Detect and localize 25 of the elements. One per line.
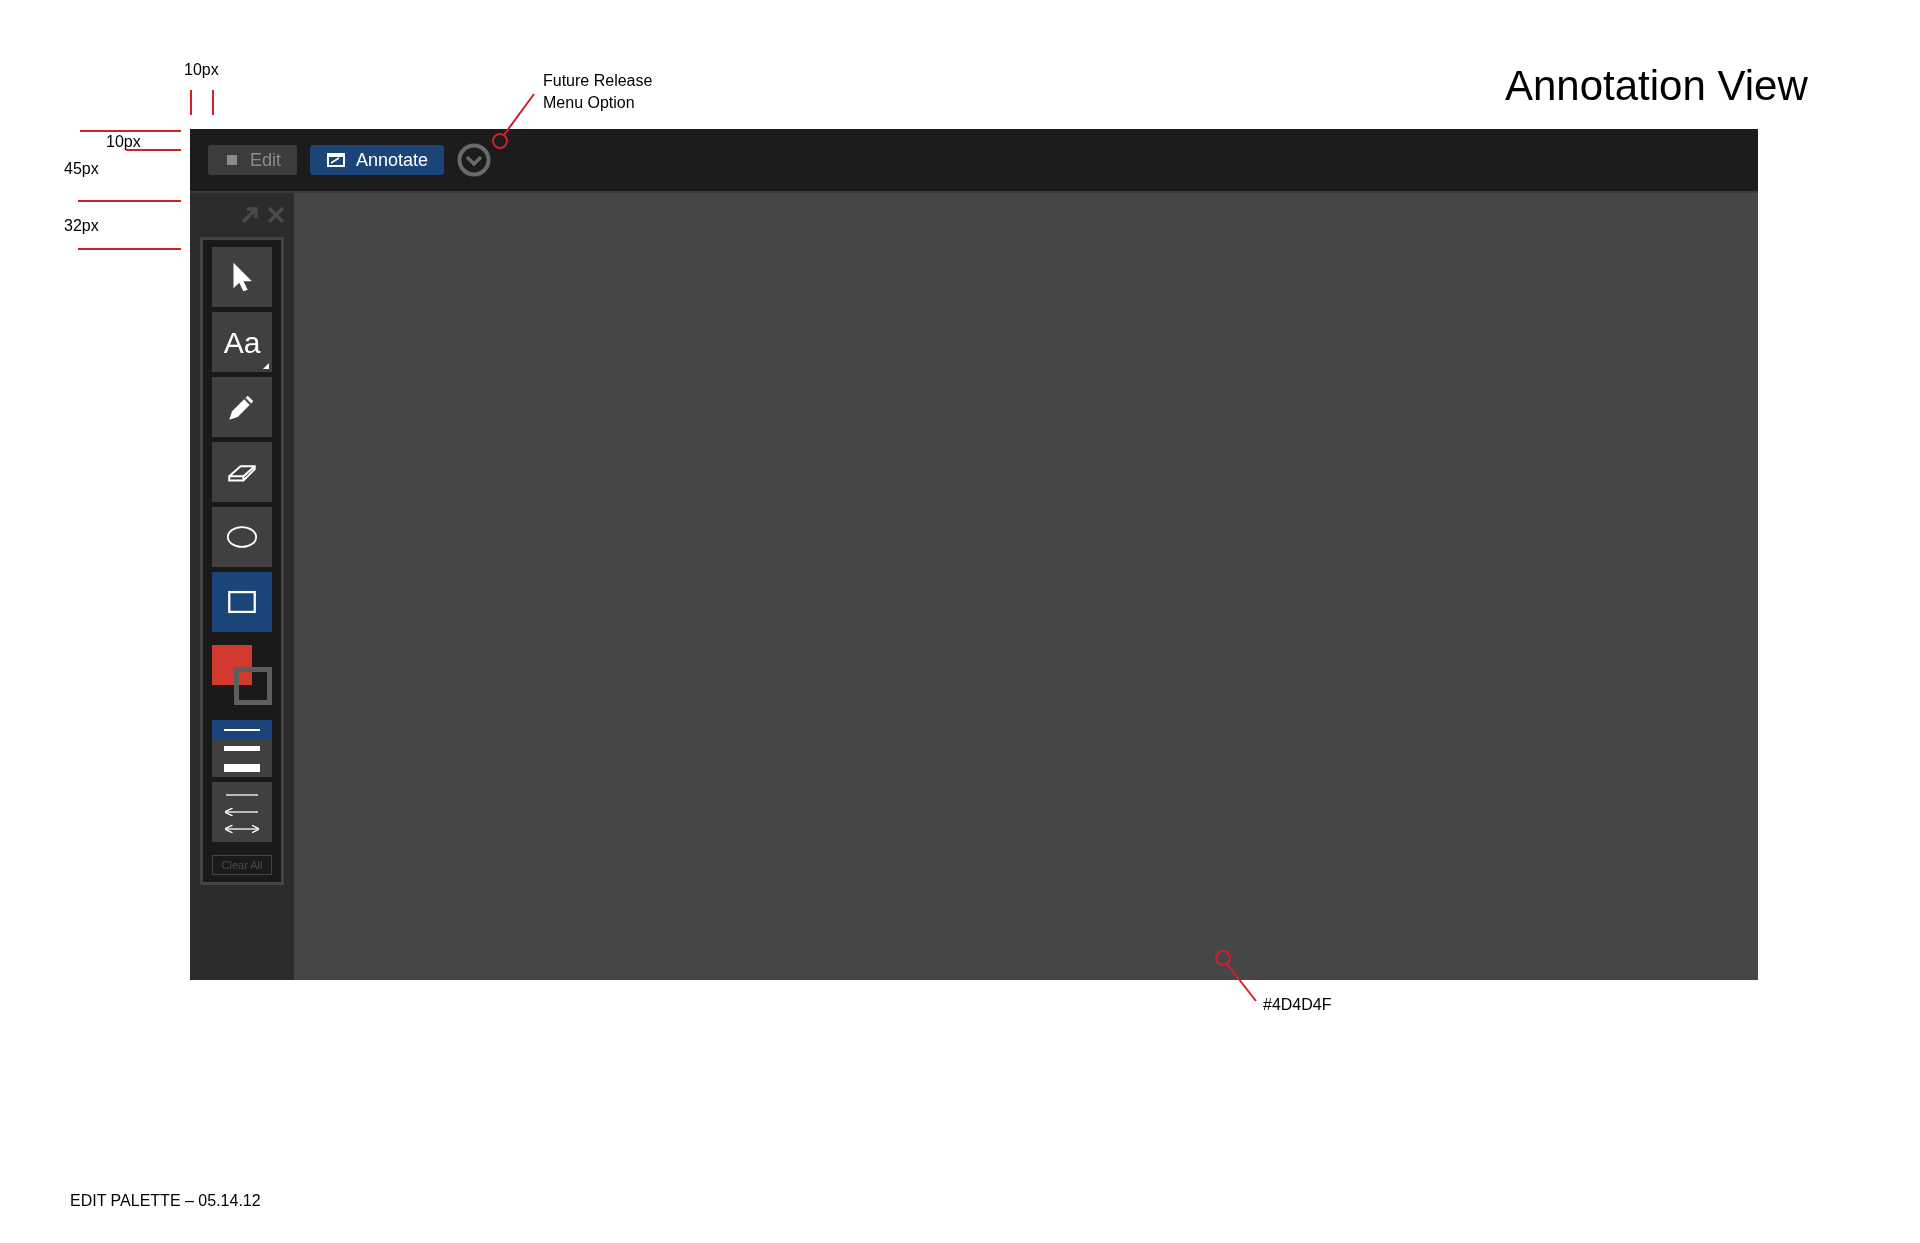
stroke-color-swatch[interactable] bbox=[234, 667, 272, 705]
arrow-icon bbox=[223, 808, 261, 816]
callout-text: Future Release Menu Option bbox=[543, 71, 653, 113]
tool-button[interactable] bbox=[212, 377, 272, 437]
double-arrow-icon bbox=[223, 825, 261, 834]
dimension-label: 32px bbox=[64, 216, 99, 236]
tool-button[interactable]: Aa bbox=[212, 312, 272, 372]
line-width-option[interactable] bbox=[212, 720, 272, 739]
page-title: Annotation View bbox=[1505, 61, 1808, 111]
dimension-label: 45px bbox=[64, 159, 99, 179]
tool-button[interactable] bbox=[212, 442, 272, 502]
leader-line bbox=[492, 92, 536, 150]
tool-button[interactable] bbox=[212, 507, 272, 567]
tool-button[interactable] bbox=[212, 247, 272, 307]
frame-icon bbox=[224, 152, 240, 168]
window-icon bbox=[326, 152, 347, 168]
corner-triangle-icon bbox=[263, 363, 269, 369]
tool-button[interactable] bbox=[212, 572, 272, 632]
mode-tab[interactable]: Annotate bbox=[310, 145, 445, 175]
dimension-label: 10px bbox=[106, 132, 141, 152]
chevron-down-icon[interactable] bbox=[457, 143, 492, 177]
footer-label: EDIT PALETTE – 05.14.12 bbox=[70, 1191, 261, 1211]
callout-text: #4D4D4F bbox=[1263, 995, 1332, 1015]
dimension-label: 10px bbox=[184, 60, 219, 80]
leader-line bbox=[1214, 949, 1260, 1003]
